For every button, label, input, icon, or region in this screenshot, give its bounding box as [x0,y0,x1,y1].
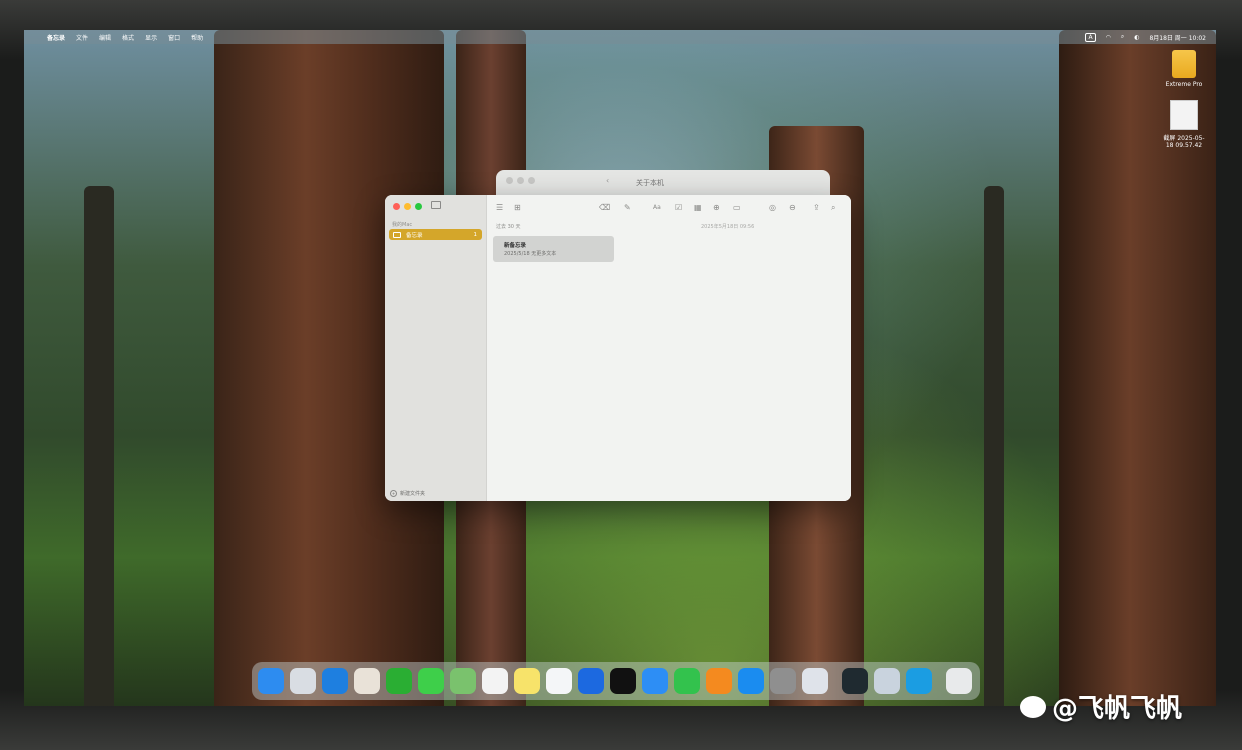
menu-app-name[interactable]: 备忘录 [47,33,65,42]
freeform-icon[interactable] [546,668,572,694]
trash-icon[interactable] [946,668,972,694]
minimize-button[interactable] [517,177,524,184]
note-preview: 2025/5/18 无更多文本 [504,251,557,257]
note-timestamp: 2025年5月18日 09:56 [701,224,755,230]
desktop-item-label: Extreme Pro [1165,81,1203,88]
notes-icon[interactable] [514,668,540,694]
folder-count: 1 [473,231,478,238]
screenshot-file-icon [1170,100,1198,130]
attachment-icon[interactable]: ⊕ [713,203,720,212]
maps-icon[interactable] [450,668,476,694]
menu-view[interactable]: 显示 [145,33,157,42]
menu-status-area: A ◠ ⌕ ◐ 8月18日 周一 10:02 [1075,32,1206,42]
new-folder-button[interactable]: + 新建文件夹 [390,490,425,497]
memoji-icon[interactable] [354,668,380,694]
menu-format[interactable]: 格式 [122,33,134,42]
launchpad-icon[interactable] [290,668,316,694]
gallery-view-icon[interactable]: ⊞ [514,203,521,212]
wechat-icon[interactable] [386,668,412,694]
zoom-button[interactable] [415,203,422,210]
pages-icon[interactable] [706,668,732,694]
back-arrow-icon[interactable]: ‹ [606,176,609,185]
search-icon[interactable]: ⌕ [831,203,835,213]
menu-bar: 备忘录 文件 编辑 格式 显示 窗口 帮助 A ◠ ⌕ ◐ 8月18日 周一 1… [24,30,1216,44]
new-folder-label: 新建文件夹 [400,491,426,497]
delete-icon[interactable]: ⌫ [599,203,610,212]
tv-icon[interactable] [610,668,636,694]
menu-edit[interactable]: 编辑 [99,33,111,42]
keynote-icon[interactable] [642,668,668,694]
edge-icon[interactable] [906,668,932,694]
sidebar-folder-notes[interactable]: 备忘录 1 [389,229,482,240]
iphone-mirroring-icon[interactable] [802,668,828,694]
spotlight-icon[interactable]: ⌕ [1121,33,1124,41]
desktop-screen: 备忘录 文件 编辑 格式 显示 窗口 帮助 A ◠ ⌕ ◐ 8月18日 周一 1… [24,30,1216,706]
settings-icon[interactable] [770,668,796,694]
safari-icon[interactable] [322,668,348,694]
desktop-item-screenshot[interactable]: 截屏 2025-05-18 09.57.42 [1154,100,1214,149]
photos-icon[interactable] [482,668,508,694]
menu-help[interactable]: 帮助 [191,33,203,42]
wallpaper-tree [84,186,114,706]
watermark-text: @飞帆飞帆 [1052,694,1183,724]
activity-icon[interactable] [842,668,868,694]
appstore-icon[interactable] [738,668,764,694]
note-list-item[interactable]: 新备忘录 2025/5/18 无更多文本 [493,236,614,262]
weibo-logo-icon [1020,695,1046,718]
notes-content: ☰ ⊞ ⌫ ✎ Aa ☑ ▦ ⊕ ▭ ◎ ⊖ ⇪ ⌕ 过去 30 天 2025年… [487,195,851,501]
dock [252,662,980,700]
numbers-icon[interactable] [674,668,700,694]
folder-icon [393,231,401,238]
sidebar-section-title: 我的Mac [392,222,413,228]
note-title: 新备忘录 [504,243,527,249]
window-controls [506,177,539,184]
media-icon[interactable]: ▭ [733,203,741,212]
close-button[interactable] [506,177,513,184]
folder-name: 备忘录 [406,232,423,239]
lock-icon[interactable]: ⊖ [789,203,796,212]
preview-icon[interactable] [874,668,900,694]
notes-sidebar: 我的Mac 备忘录 1 + 新建文件夹 [385,195,487,501]
shazam-icon[interactable] [578,668,604,694]
table-icon[interactable]: ▦ [694,203,702,212]
drive-icon [1172,50,1196,78]
desktop-item-drive[interactable]: Extreme Pro [1154,50,1214,88]
control-center-icon[interactable]: ◐ [1134,34,1139,41]
wallpaper-tree [984,186,1004,706]
messages-icon[interactable] [418,668,444,694]
list-view-icon[interactable]: ☰ [496,203,503,212]
text-format-button[interactable]: Aa [653,204,661,211]
wifi-icon[interactable]: ◠ [1106,34,1111,41]
share-icon[interactable]: ⇪ [813,203,820,212]
close-button[interactable] [393,203,400,210]
checklist-icon[interactable]: ☑ [675,203,682,212]
about-window-title: 关于本机 [636,179,664,187]
watermark: @飞帆飞帆 [1020,688,1182,725]
collaborate-icon[interactable]: ◎ [769,203,776,212]
notes-window[interactable]: 我的Mac 备忘录 1 + 新建文件夹 ☰ ⊞ ⌫ ✎ Aa ☑ ▦ ⊕ ▭ ◎… [385,195,851,501]
add-circle-icon: + [390,490,397,497]
sidebar-toggle-icon[interactable] [431,201,441,209]
zoom-button[interactable] [528,177,535,184]
window-controls [393,203,426,210]
desktop-item-label: 截屏 2025-05-18 09.57.42 [1163,135,1205,149]
clock[interactable]: 8月18日 周一 10:02 [1149,33,1206,42]
menu-window[interactable]: 窗口 [168,33,180,42]
list-section-header: 过去 30 天 [496,224,521,230]
compose-icon[interactable]: ✎ [624,203,631,212]
input-source-icon[interactable]: A [1085,32,1096,42]
menu-file[interactable]: 文件 [76,33,88,42]
minimize-button[interactable] [404,203,411,210]
finder-icon[interactable] [258,668,284,694]
